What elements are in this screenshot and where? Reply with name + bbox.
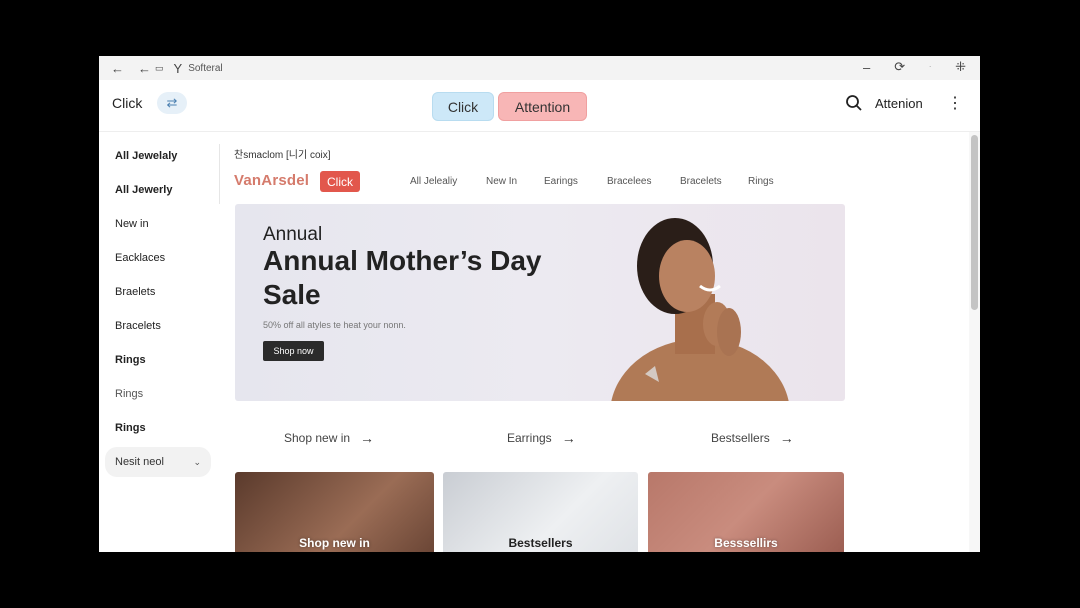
- hero-kicker: Annual: [263, 224, 323, 245]
- arrow-right-icon: →: [360, 430, 375, 446]
- hero-model-image: [611, 218, 789, 401]
- arrow-right-icon: →: [779, 430, 794, 446]
- window-title: Softeral: [188, 62, 223, 74]
- app-brand[interactable]: Click: [112, 95, 142, 111]
- link-earrings[interactable]: Earrings →: [507, 430, 576, 446]
- card-label: Shop new in: [299, 536, 370, 550]
- shop-nav-bar: VanArsdel Click All Jelealiy New In Eari…: [234, 171, 834, 195]
- nav-rings[interactable]: Rings: [748, 176, 774, 187]
- sidebar-item-rings-3[interactable]: Rings: [115, 422, 146, 434]
- back-arrow-icon[interactable]: ←: [111, 61, 124, 76]
- sidebar-item-bracelets[interactable]: Bracelets: [115, 320, 161, 332]
- sidebar: All Jewelaly All Jewerly New in Eacklace…: [99, 132, 219, 552]
- sidebar-select-value: Nesit neol: [115, 456, 164, 468]
- link-earrings-label: Earrings: [507, 431, 552, 445]
- card-label: Bestsellers: [508, 536, 573, 550]
- logo-click-button[interactable]: Click: [320, 171, 360, 192]
- browser-window: ← ← ▭ Y Softeral – ⟳ · ⁜ Click ⇄ Click A…: [99, 56, 980, 552]
- card-besssellirs[interactable]: Besssellirs: [648, 472, 844, 552]
- bookmark-icon[interactable]: Y: [174, 61, 183, 76]
- swap-icon[interactable]: ⇄: [157, 92, 187, 114]
- back-arrow-icon-2[interactable]: ←: [138, 61, 151, 76]
- account-label[interactable]: Attenion: [875, 96, 923, 111]
- main-content: 찬smaclom [니기 coix] VanArsdel Click All J…: [219, 132, 969, 552]
- nav-all-jewelry[interactable]: All Jelealiy: [410, 176, 457, 187]
- card-shop-new-in[interactable]: Shop new in: [235, 472, 434, 552]
- hero-headline: Annual Mother’s Day Sale: [263, 245, 542, 310]
- link-bestsellers-label: Bestsellers: [711, 431, 770, 445]
- sidebar-item-rings-2[interactable]: Rings: [115, 388, 143, 400]
- sidebar-item-braelets[interactable]: Braelets: [115, 286, 155, 298]
- arrow-right-icon: →: [561, 430, 576, 446]
- sidebar-item-eacklaces[interactable]: Eacklaces: [115, 252, 165, 264]
- nav-bracelees[interactable]: Bracelees: [607, 176, 651, 187]
- card-bestsellers[interactable]: Bestsellers: [443, 472, 638, 552]
- sidebar-item-all-jewerly[interactable]: All Jewerly: [115, 184, 172, 196]
- window-chrome: ← ← ▭ Y Softeral – ⟳ · ⁜: [99, 56, 980, 80]
- link-shop-new-in-label: Shop new in: [284, 431, 351, 445]
- nav-bracelets[interactable]: Bracelets: [680, 176, 722, 187]
- sidebar-item-rings[interactable]: Rings: [115, 354, 146, 366]
- sidebar-select[interactable]: Nesit neol ⌄: [105, 447, 211, 477]
- grid-icon[interactable]: ⁜: [955, 59, 966, 75]
- app-header: Click ⇄ Click Attention Attenion ⋮: [99, 80, 980, 132]
- nav-new-in[interactable]: New In: [486, 176, 517, 187]
- chevron-down-icon: ⌄: [193, 456, 201, 467]
- category-links: Shop new in → Earrings → Bestsellers →: [235, 430, 845, 450]
- scrollbar-thumb[interactable]: [971, 135, 978, 310]
- sidebar-item-new-in[interactable]: New in: [115, 218, 149, 230]
- minimize-icon[interactable]: –: [863, 60, 870, 75]
- click-button[interactable]: Click: [432, 92, 494, 121]
- search-icon[interactable]: [845, 94, 863, 117]
- shop-now-button[interactable]: Shop now: [263, 341, 324, 361]
- dot-icon: ·: [929, 64, 932, 70]
- tab-icon[interactable]: ▭: [155, 63, 164, 74]
- sidebar-item-all-jewelaly[interactable]: All Jewelaly: [115, 150, 177, 162]
- card-label: Besssellirs: [714, 536, 778, 550]
- attention-button[interactable]: Attention: [498, 92, 587, 121]
- store-logo[interactable]: VanArsdel: [234, 172, 309, 189]
- link-bestsellers[interactable]: Bestsellers →: [711, 430, 794, 446]
- nav-earrings[interactable]: Earings: [544, 176, 578, 187]
- more-menu-icon[interactable]: ⋮: [947, 93, 963, 113]
- hero-banner: Annual Annual Mother’s Day Sale 50% off …: [235, 204, 845, 401]
- link-shop-new-in[interactable]: Shop new in →: [284, 430, 374, 446]
- scrollbar[interactable]: [969, 132, 980, 552]
- hero-subtitle: 50% off all atyles te heat your nonn.: [263, 320, 406, 330]
- breadcrumb: 찬smaclom [니기 coix]: [234, 150, 331, 161]
- refresh-icon[interactable]: ⟳: [894, 59, 905, 75]
